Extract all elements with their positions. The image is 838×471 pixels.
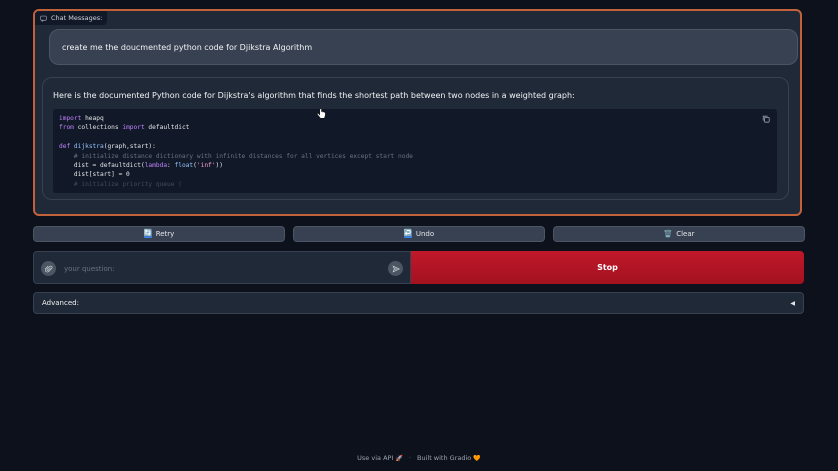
code-token: import: [122, 124, 145, 132]
code-token: # initialize priority queue (: [73, 180, 182, 188]
clear-label: Clear: [676, 230, 695, 238]
rocket-icon: 🚀: [395, 455, 403, 462]
user-message-text: create me the doucmented python code for…: [62, 42, 313, 52]
code-token: heapq: [81, 115, 104, 122]
gradio-logo-icon: 🧡: [473, 455, 481, 462]
code-token: defaultdict: [144, 124, 190, 132]
code-token: # initialize distance dictionary with in…: [73, 152, 413, 160]
collapse-arrow-icon: ◀: [790, 299, 795, 307]
footer: Use via API 🚀 · Built with Gradio 🧡: [0, 452, 838, 464]
retry-button[interactable]: 🔄 Retry: [33, 226, 285, 242]
footer-separator: ·: [408, 454, 411, 462]
copy-icon: [762, 115, 770, 123]
user-message: create me the doucmented python code for…: [49, 29, 798, 65]
use-via-api-link[interactable]: Use via API 🚀: [357, 454, 403, 462]
code-token: (graph,start):: [103, 143, 156, 151]
send-button[interactable]: [388, 261, 403, 276]
bot-message-intro: Here is the documented Python code for D…: [53, 91, 575, 100]
send-icon: [391, 264, 400, 273]
chat-label: Chat Messages:: [35, 11, 108, 25]
code-token: :: [167, 161, 175, 169]
use-via-api-label: Use via API: [357, 454, 394, 462]
built-with-gradio-link[interactable]: Built with Gradio 🧡: [417, 454, 481, 462]
clear-button[interactable]: 🗑️ Clear: [553, 226, 805, 242]
code-line: import heapq: [59, 114, 771, 123]
chat-label-text: Chat Messages:: [51, 14, 103, 22]
code-token: lambda: [144, 161, 168, 169]
code-token: 'inf': [196, 161, 216, 169]
mouse-cursor-icon: [317, 108, 326, 119]
bot-message: Here is the documented Python code for D…: [42, 77, 789, 200]
question-input-area: [33, 251, 411, 284]
copy-code-button[interactable]: [762, 115, 771, 124]
code-line: dist[start] = 0: [59, 170, 771, 179]
code-line: from collections import defaultdict: [59, 123, 771, 132]
built-with-gradio-label: Built with Gradio: [417, 454, 472, 462]
chat-panel: Chat Messages: create me the doucmented …: [33, 9, 802, 216]
code-token: collections: [73, 124, 123, 132]
trash-icon: 🗑️: [663, 229, 673, 238]
stop-button[interactable]: Stop: [411, 251, 804, 284]
code-line: # initialize distance dictionary with in…: [59, 152, 771, 161]
code-token: import: [59, 115, 82, 122]
code-token: dist[start] = 0: [59, 171, 130, 179]
undo-label: Undo: [415, 230, 435, 238]
code-block: import heapq from collections import defa…: [53, 109, 777, 193]
question-input[interactable]: [64, 260, 384, 277]
code-token: def: [59, 143, 71, 151]
code-token: dijkstra: [73, 143, 104, 151]
undo-button[interactable]: ↩️ Undo: [293, 226, 545, 242]
code-line: def dijkstra(graph,start):: [59, 142, 771, 151]
code-line: dist = defaultdict(lambda: float('inf')): [59, 161, 771, 170]
advanced-accordion[interactable]: Advanced: ◀: [33, 292, 804, 314]
stop-label: Stop: [597, 263, 618, 272]
code-token: dist = defaultdict(: [59, 161, 145, 169]
code-token: float: [174, 161, 194, 169]
advanced-label: Advanced:: [42, 299, 79, 307]
code-token: from: [59, 124, 74, 132]
attach-file-button[interactable]: [41, 261, 56, 276]
code-token: )): [215, 161, 223, 169]
code-lines: import heapq from collections import defa…: [59, 114, 771, 189]
code-line: # initialize priority queue (: [59, 180, 771, 189]
retry-icon: 🔄: [143, 229, 153, 238]
undo-icon: ↩️: [403, 229, 413, 238]
chat-bubble-icon: [40, 15, 47, 22]
retry-label: Retry: [155, 230, 175, 238]
paperclip-icon: [44, 265, 52, 272]
